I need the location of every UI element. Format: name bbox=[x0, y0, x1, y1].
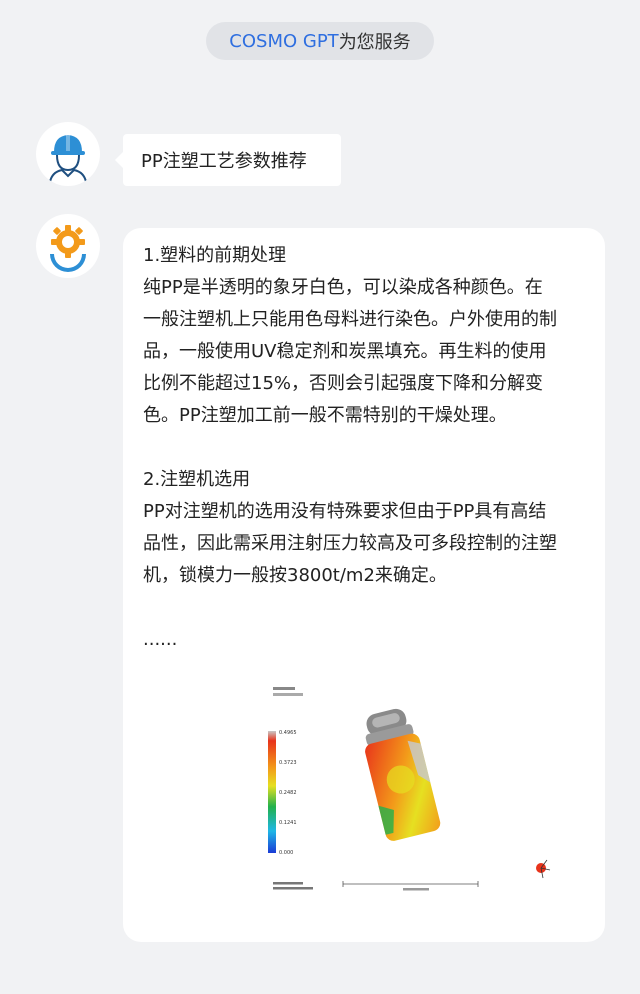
section2-line: 机，锁模力一般按3800t/m2来确定。 bbox=[143, 565, 447, 586]
section2-line: 品性，因此需采用注射压力较高及可多段控制的注塑 bbox=[143, 533, 557, 554]
section1-line: 品，一般使用UV稳定剂和炭黑填充。再生料的使用 bbox=[143, 341, 547, 362]
section2-line: PP对注塑机的选用没有特殊要求但由于PP具有高结 bbox=[143, 501, 547, 522]
bot-message-bubble: 1.塑料的前期处理 纯PP是半透明的象牙白色，可以染成各种颜色。在 一般注塑机上… bbox=[123, 228, 605, 942]
brand-name: COSMO GPT bbox=[229, 30, 339, 52]
section1-line: 色。PP注塑加工前一般不需特别的干燥处理。 bbox=[143, 405, 507, 426]
scale-bar-label-mark bbox=[403, 888, 429, 891]
section2-title: 2.注塑机选用 bbox=[143, 469, 251, 490]
worker-helmet-icon bbox=[49, 135, 87, 182]
legend-color-bar bbox=[268, 731, 276, 853]
legend-value: 0.2482 bbox=[279, 790, 297, 796]
software-logo-mark bbox=[273, 882, 303, 885]
user-message-bubble: PP注塑工艺参数推荐 bbox=[115, 134, 341, 186]
legend-value: 0.4965 bbox=[279, 730, 297, 736]
figure-header-mark bbox=[273, 693, 303, 696]
orientation-triad-icon bbox=[536, 859, 551, 879]
simulation-figure: 0.4965 0.3723 0.2482 0.1241 0.000 bbox=[268, 687, 551, 891]
user-avatar[interactable] bbox=[36, 122, 100, 186]
gear-logo-icon bbox=[50, 225, 86, 272]
legend-value: 0.1241 bbox=[279, 820, 297, 826]
user-message-text: PP注塑工艺参数推荐 bbox=[141, 151, 307, 172]
software-logo-mark bbox=[273, 887, 313, 890]
figure-header-mark bbox=[273, 687, 295, 690]
section1-line: 纯PP是半透明的象牙白色，可以染成各种颜色。在 bbox=[143, 277, 543, 298]
legend-value: 0.3723 bbox=[279, 760, 297, 766]
section1-title: 1.塑料的前期处理 bbox=[143, 245, 287, 266]
ellipsis-text: ...... bbox=[143, 629, 178, 650]
badge-suffix: 为您服务 bbox=[338, 32, 411, 53]
bot-avatar[interactable] bbox=[36, 214, 100, 278]
molded-part-model bbox=[365, 708, 441, 841]
service-badge: COSMO GPT 为您服务 bbox=[206, 22, 434, 60]
section1-line: 一般注塑机上只能用色母料进行染色。户外使用的制 bbox=[143, 309, 557, 330]
legend-value: 0.000 bbox=[279, 850, 293, 856]
section1-line: 比例不能超过15%，否则会引起强度下降和分解变 bbox=[143, 373, 544, 394]
